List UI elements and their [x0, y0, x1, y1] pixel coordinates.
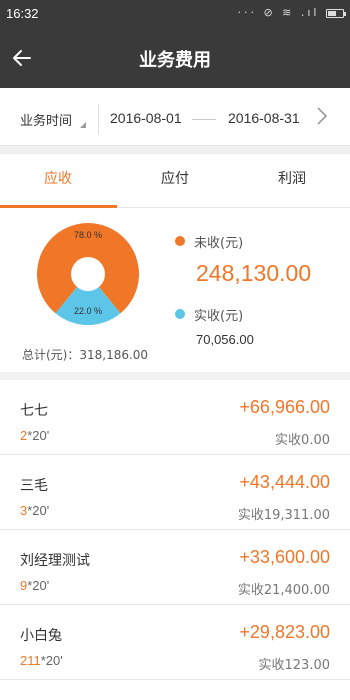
donut-label-unpaid: 78.0 %: [74, 230, 102, 240]
paid-amount: 70,056.00: [196, 332, 254, 347]
customer-name: 刘经理测试: [20, 553, 90, 569]
customer-name: 三毛: [20, 478, 48, 494]
start-date-field[interactable]: 2016-08-01: [110, 110, 182, 126]
container-size: *20': [27, 578, 50, 593]
tab-bar: 应收 应付 利润: [0, 154, 350, 208]
container-size: *20': [27, 503, 50, 518]
battery-icon: [326, 8, 346, 18]
summary-panel: 78.0 % 22.0 % 未收(元) 248,130.00 实收(元) 70,…: [0, 208, 350, 372]
section-gap: [0, 372, 350, 380]
receivable-amount: +43,444.00: [239, 472, 330, 492]
next-period-button[interactable]: [316, 106, 328, 131]
filter-type-select[interactable]: 业务时间: [20, 110, 72, 129]
container-count: 211*20': [20, 653, 63, 668]
end-date-field[interactable]: 2016-08-31: [228, 110, 300, 126]
container-size: *20': [27, 428, 50, 443]
tab-receivable[interactable]: 应收: [0, 154, 116, 208]
customer-name: 小白兔: [20, 628, 62, 644]
date-range-dash: [192, 119, 216, 120]
donut-label-paid: 22.0 %: [74, 306, 102, 316]
paid-legend-dot: [175, 309, 185, 319]
unpaid-label: 未收(元): [194, 236, 244, 251]
date-filter-bar: 业务时间 2016-08-01 2016-08-31: [0, 92, 350, 146]
list-item[interactable]: 七七 2*20' +66,966.00 实收0.00: [0, 380, 350, 455]
count-value: 211: [20, 653, 41, 668]
list-item[interactable]: 小白兔 211*20' +29,823.00 实收123.00: [0, 605, 350, 680]
customer-name: 七七: [20, 403, 48, 419]
section-gap: [0, 146, 350, 154]
received-amount: 实收21,400.00: [237, 583, 330, 598]
status-icons: ··· ⊘ ≋ .ıl: [237, 6, 346, 19]
container-count: 3*20': [20, 503, 49, 518]
unpaid-legend-dot: [175, 236, 185, 246]
status-indicator-icons: ··· ⊘ ≋ .ıl: [237, 6, 320, 19]
unpaid-amount: 248,130.00: [196, 260, 312, 286]
container-count: 2*20': [20, 428, 49, 443]
receivable-amount: +66,966.00: [239, 397, 330, 417]
divider: [98, 104, 99, 134]
paid-label: 实收(元): [194, 309, 244, 324]
page-title: 业务费用: [139, 50, 211, 71]
dropdown-corner-icon: [80, 122, 86, 128]
status-bar: 16:32 ··· ⊘ ≋ .ıl: [0, 0, 350, 28]
tab-payable[interactable]: 应付: [117, 154, 233, 208]
received-amount: 实收0.00: [275, 433, 330, 448]
receivable-amount: +33,600.00: [239, 547, 330, 567]
list-item[interactable]: 三毛 3*20' +43,444.00 实收19,311.00: [0, 455, 350, 530]
title-bar: 业务费用: [0, 28, 350, 88]
container-size: *20': [40, 653, 63, 668]
status-time: 16:32: [6, 6, 39, 21]
received-amount: 实收123.00: [258, 658, 331, 673]
total-amount: 总计(元)：318,186.00: [22, 348, 149, 362]
donut-chart: 78.0 % 22.0 %: [37, 223, 140, 326]
container-count: 9*20': [20, 578, 49, 593]
donut-hole: [71, 257, 105, 291]
received-amount: 实收19,311.00: [237, 508, 330, 523]
list-item[interactable]: 刘经理测试 9*20' +33,600.00 实收21,400.00: [0, 530, 350, 605]
receivable-amount: +29,823.00: [239, 622, 330, 642]
tab-profit[interactable]: 利润: [234, 154, 350, 208]
chevron-right-icon: [317, 107, 328, 125]
